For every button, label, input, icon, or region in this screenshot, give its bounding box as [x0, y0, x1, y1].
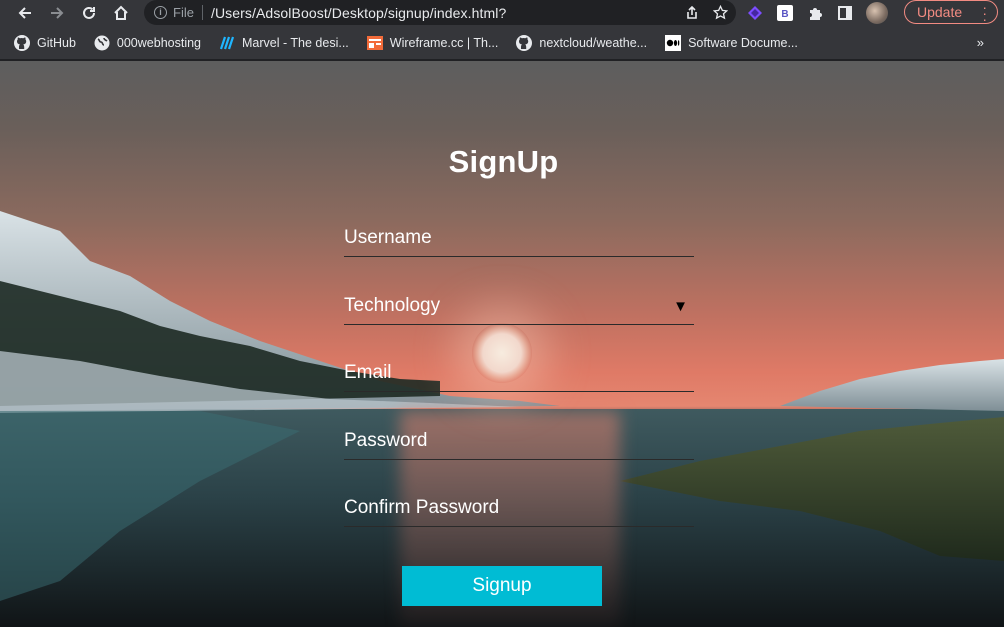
- bookmark-wireframe[interactable]: Wireframe.cc | Th...: [366, 35, 499, 51]
- medium-icon: [665, 34, 682, 51]
- puzzle-icon[interactable]: [806, 4, 824, 22]
- extension-b-icon[interactable]: B: [776, 4, 794, 22]
- dropdown-triangle-icon: ▼: [673, 297, 688, 315]
- back-button[interactable]: [12, 0, 38, 26]
- email-input[interactable]: [344, 356, 694, 390]
- bookmark-label: Wireframe.cc | Th...: [389, 35, 499, 50]
- github-icon: [14, 34, 30, 51]
- profile-avatar[interactable]: [866, 2, 888, 24]
- update-button[interactable]: Update · · ·: [904, 0, 998, 26]
- update-label: Update: [917, 4, 963, 20]
- extensions-area: B: [746, 0, 888, 26]
- signup-button[interactable]: Signup: [402, 566, 602, 606]
- password-input[interactable]: [344, 424, 694, 458]
- password-field: [344, 424, 694, 460]
- technology-select[interactable]: Technology ▼: [344, 289, 694, 323]
- url-scheme-label: File: [173, 5, 194, 20]
- reload-button[interactable]: [76, 0, 102, 26]
- site-info[interactable]: i File: [154, 5, 194, 20]
- bookmark-label: Software Docume...: [688, 35, 798, 50]
- globe-icon: [94, 35, 110, 51]
- more-vertical-icon[interactable]: · · ·: [982, 0, 987, 26]
- bookmark-label: nextcloud/weathe...: [539, 35, 648, 50]
- home-icon: [114, 5, 128, 20]
- bookmark-label: 000webhosting: [116, 35, 202, 50]
- side-panel-icon[interactable]: [836, 4, 854, 22]
- bookmark-software-docs[interactable]: Software Docume...: [665, 34, 798, 51]
- username-field: [344, 221, 694, 257]
- reload-icon: [83, 6, 95, 19]
- confirm-password-input[interactable]: [344, 491, 694, 525]
- address-bar[interactable]: i File /Users/AdsolBoost/Desktop/signup/…: [144, 0, 736, 25]
- share-icon[interactable]: [685, 5, 699, 20]
- marvel-icon: [219, 35, 235, 51]
- technology-selected-value: Technology: [344, 295, 441, 316]
- confirm-password-field: [344, 491, 694, 527]
- svg-text:B: B: [781, 9, 788, 20]
- bookmark-marvel[interactable]: Marvel - The desi...: [219, 35, 349, 51]
- omnibox-actions: [685, 0, 728, 25]
- wireframe-icon: [366, 35, 383, 51]
- url-text[interactable]: /Users/AdsolBoost/Desktop/signup/index.h…: [211, 5, 506, 21]
- bookmark-label: GitHub: [37, 35, 76, 50]
- email-field: [344, 356, 694, 392]
- bookmark-label: Marvel - The desi...: [242, 35, 349, 50]
- info-icon: i: [154, 6, 167, 19]
- arrow-right-icon: [51, 7, 64, 19]
- bookmark-nextcloud[interactable]: nextcloud/weathe...: [516, 34, 648, 51]
- arrow-left-icon: [18, 7, 31, 19]
- omnibox-divider: [201, 5, 203, 20]
- page-title: SignUp: [448, 144, 559, 179]
- forward-button[interactable]: [44, 0, 70, 26]
- more-bookmarks-button[interactable]: »: [977, 35, 984, 50]
- home-button[interactable]: [108, 0, 134, 26]
- bookmarks-bar: GitHub 000webhosting Marvel - The desi..…: [0, 26, 1004, 60]
- extension-diamond-icon[interactable]: [746, 4, 764, 22]
- page-viewport: SignUp Technology ▼ Signup: [0, 61, 1004, 627]
- bookmark-github[interactable]: GitHub: [14, 34, 76, 51]
- technology-field: Technology ▼: [344, 289, 694, 325]
- bookmark-000webhosting[interactable]: 000webhosting: [94, 35, 201, 51]
- browser-toolbar: i File /Users/AdsolBoost/Desktop/signup/…: [0, 0, 1004, 26]
- username-input[interactable]: [344, 221, 694, 255]
- github-icon: [516, 34, 533, 51]
- star-icon[interactable]: [713, 5, 728, 20]
